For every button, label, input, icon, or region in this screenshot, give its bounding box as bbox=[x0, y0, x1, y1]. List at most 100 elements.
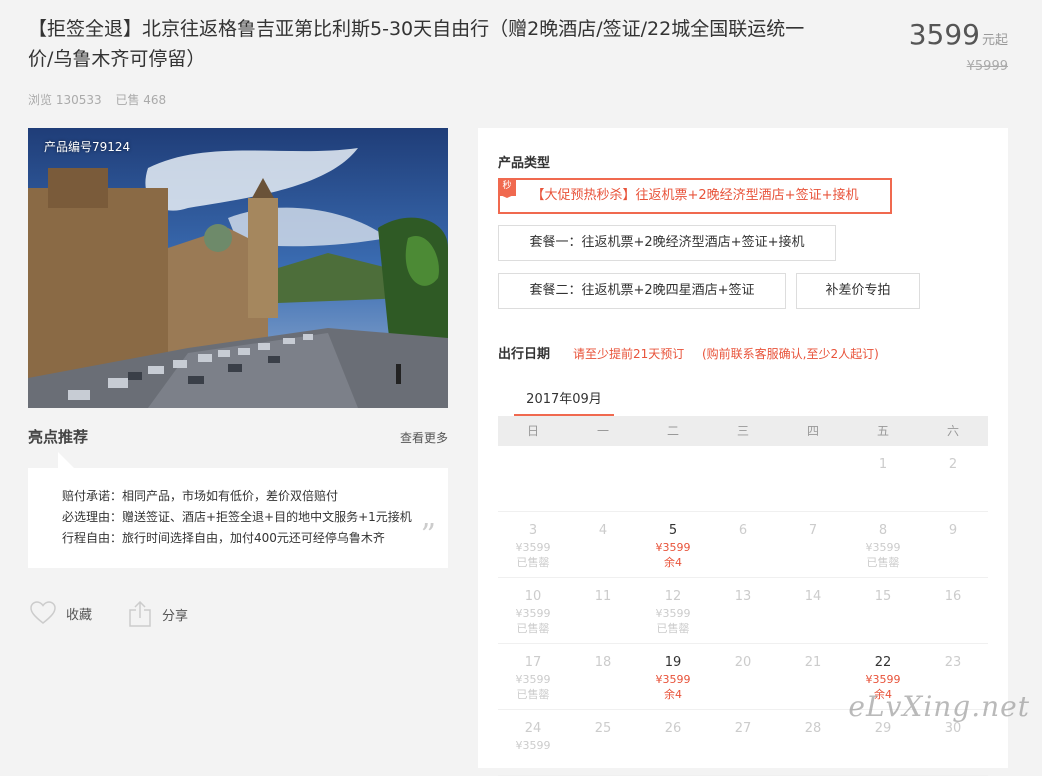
calendar-day-cell[interactable]: 20 bbox=[708, 644, 778, 672]
calendar-day-cell[interactable]: 18 bbox=[568, 644, 638, 672]
stats: 浏览 130533 已售 468 bbox=[28, 91, 176, 108]
calendar-day-number: 17 bbox=[524, 655, 542, 670]
favorite-button[interactable]: 收藏 bbox=[30, 601, 92, 625]
calendar-day-number: 24 bbox=[524, 721, 542, 736]
highlight-line: 必选理由：赠送签证、酒店+拒签全退+目的地中文服务+1元接机 bbox=[62, 510, 412, 524]
original-price: ¥5999 bbox=[966, 59, 1008, 74]
calendar-day-number: 22 bbox=[874, 655, 892, 670]
calendar-day-number: 8 bbox=[878, 523, 888, 538]
calendar-week-row: 12 bbox=[498, 446, 988, 512]
calendar-day-price: ¥3599 bbox=[655, 541, 691, 554]
calendar-day-number: 18 bbox=[594, 655, 612, 670]
favorite-label: 收藏 bbox=[66, 607, 93, 623]
calendar-day-cell[interactable]: 23 bbox=[918, 644, 988, 672]
highlight-line: 行程自由：旅行时间选择自由，加付400元还可经停乌鲁木齐 bbox=[62, 531, 385, 545]
calendar-day-cell[interactable]: 26 bbox=[638, 710, 708, 738]
quote-icon: ” bbox=[420, 518, 436, 553]
calendar-week-row: 3 ¥3599 已售罄 4 5 ¥3599 余4 6 7 8 ¥3599 已售罄 9 bbox=[498, 512, 988, 578]
calendar-day-status: 已售罄 bbox=[516, 622, 550, 635]
share-button[interactable]: 分享 bbox=[128, 601, 188, 627]
calendar-day-number: 15 bbox=[874, 589, 892, 604]
calendar-day-number: 21 bbox=[804, 655, 822, 670]
calendar-day-cell[interactable]: 5 ¥3599 余4 bbox=[638, 512, 708, 570]
highlight-line: 赔付承诺：相同产品，市场如有低价，差价双倍赔付 bbox=[62, 489, 339, 503]
option-label: 补差价专拍 bbox=[825, 283, 891, 298]
calendar-day-status: 已售罄 bbox=[516, 688, 550, 701]
booking-panel: 产品类型 秒 【大促预热秒杀】往返机票+2晚经济型酒店+签证+接机 套餐一：往返… bbox=[478, 128, 1008, 776]
calendar-day-cell[interactable]: 13 bbox=[708, 578, 778, 606]
calendar-day-price: ¥3599 bbox=[515, 673, 551, 686]
product-type-label: 产品类型 bbox=[498, 156, 551, 171]
calendar-day-number: 9 bbox=[948, 523, 958, 538]
view-more-link[interactable]: 查看更多 bbox=[400, 429, 448, 446]
weekday: 日 bbox=[526, 424, 539, 438]
calendar-day-number: 16 bbox=[944, 589, 962, 604]
calendar-day-cell bbox=[778, 446, 848, 456]
calendar-day-price: ¥3599 bbox=[515, 739, 551, 752]
calendar-day-cell[interactable]: 28 bbox=[778, 710, 848, 738]
calendar-day-cell[interactable]: 17 ¥3599 已售罄 bbox=[498, 644, 568, 702]
calendar-day-cell[interactable]: 2 bbox=[918, 446, 988, 474]
calendar-day-cell[interactable]: 14 bbox=[778, 578, 848, 606]
calendar-day-cell[interactable]: 1 bbox=[848, 446, 918, 474]
speech-notch bbox=[58, 452, 74, 468]
calendar-day-cell[interactable]: 15 bbox=[848, 578, 918, 606]
price-box: 3599 元起 ¥5999 bbox=[909, 18, 1008, 74]
calendar-day-price: ¥3599 bbox=[655, 673, 691, 686]
calendar-day-cell[interactable]: 11 bbox=[568, 578, 638, 606]
view-count: 浏览 130533 bbox=[28, 93, 102, 107]
calendar-day-cell[interactable]: 3 ¥3599 已售罄 bbox=[498, 512, 568, 570]
product-photo[interactable]: 产品编号79124 bbox=[28, 128, 448, 408]
calendar-day-cell[interactable]: 9 bbox=[918, 512, 988, 540]
calendar-day-number: 11 bbox=[594, 589, 612, 604]
calendar-day-price: ¥3599 bbox=[515, 541, 551, 554]
calendar-day-cell[interactable]: 21 bbox=[778, 644, 848, 672]
confirm-note: (购前联系客服确认,至少2人起订) bbox=[702, 347, 879, 361]
option-label: 套餐一：往返机票+2晚经济型酒店+签证+接机 bbox=[529, 235, 805, 250]
sold-count: 已售 468 bbox=[115, 93, 167, 107]
calendar-day-cell[interactable]: 6 bbox=[708, 512, 778, 540]
highlights-header: 亮点推荐 查看更多 bbox=[28, 426, 448, 446]
option-seckill[interactable]: 秒 【大促预热秒杀】往返机票+2晚经济型酒店+签证+接机 bbox=[498, 178, 892, 214]
option-label: 套餐二：往返机票+2晚四星酒店+签证 bbox=[529, 283, 755, 298]
calendar-day-cell[interactable]: 10 ¥3599 已售罄 bbox=[498, 578, 568, 636]
calendar-day-number: 2 bbox=[948, 457, 958, 472]
calendar-day-number: 3 bbox=[528, 523, 538, 538]
calendar-day-number: 27 bbox=[734, 721, 752, 736]
calendar-day-cell[interactable]: 7 bbox=[778, 512, 848, 540]
calendar-day-cell[interactable]: 19 ¥3599 余4 bbox=[638, 644, 708, 702]
calendar-day-price: ¥3599 bbox=[865, 541, 901, 554]
weekday-header: 日 一 二 三 四 五 六 bbox=[498, 416, 988, 446]
calendar-day-number: 28 bbox=[804, 721, 822, 736]
share-icon bbox=[129, 601, 151, 627]
option-label: 【大促预热秒杀】往返机票+2晚经济型酒店+签证+接机 bbox=[531, 188, 859, 203]
city-street-photo bbox=[28, 128, 448, 408]
calendar-day-status: 余4 bbox=[664, 556, 682, 569]
option-package-1[interactable]: 套餐一：往返机票+2晚经济型酒店+签证+接机 bbox=[498, 225, 836, 261]
calendar-day-cell[interactable]: 8 ¥3599 已售罄 bbox=[848, 512, 918, 570]
calendar-day-number: 19 bbox=[664, 655, 682, 670]
calendar-day-number: 20 bbox=[734, 655, 752, 670]
calendar-day-cell[interactable]: 24 ¥3599 bbox=[498, 710, 568, 753]
option-package-2[interactable]: 套餐二：往返机票+2晚四星酒店+签证 bbox=[498, 273, 786, 309]
calendar-day-number: 6 bbox=[738, 523, 748, 538]
calendar-day-cell bbox=[568, 446, 638, 456]
calendar-day-number: 12 bbox=[664, 589, 682, 604]
calendar-day-number: 26 bbox=[664, 721, 682, 736]
weekday: 四 bbox=[806, 424, 819, 438]
calendar-day-cell[interactable]: 27 bbox=[708, 710, 778, 738]
month-tab[interactable]: 2017年09月 bbox=[514, 388, 614, 416]
calendar-day-cell[interactable]: 25 bbox=[568, 710, 638, 738]
price-unit: 元起 bbox=[981, 33, 1008, 48]
calendar-day-cell[interactable]: 12 ¥3599 已售罄 bbox=[638, 578, 708, 636]
calendar-day-number: 14 bbox=[804, 589, 822, 604]
calendar-day-cell[interactable]: 4 bbox=[568, 512, 638, 540]
watermark: eLvXing.net bbox=[848, 690, 1030, 723]
option-price-difference[interactable]: 补差价专拍 bbox=[796, 273, 920, 309]
seckill-badge: 秒 bbox=[498, 178, 516, 198]
highlights-title: 亮点推荐 bbox=[28, 428, 89, 446]
weekday: 五 bbox=[876, 424, 889, 438]
calendar-day-cell[interactable]: 16 bbox=[918, 578, 988, 606]
product-code: 产品编号79124 bbox=[44, 140, 131, 154]
weekday: 二 bbox=[666, 424, 679, 438]
